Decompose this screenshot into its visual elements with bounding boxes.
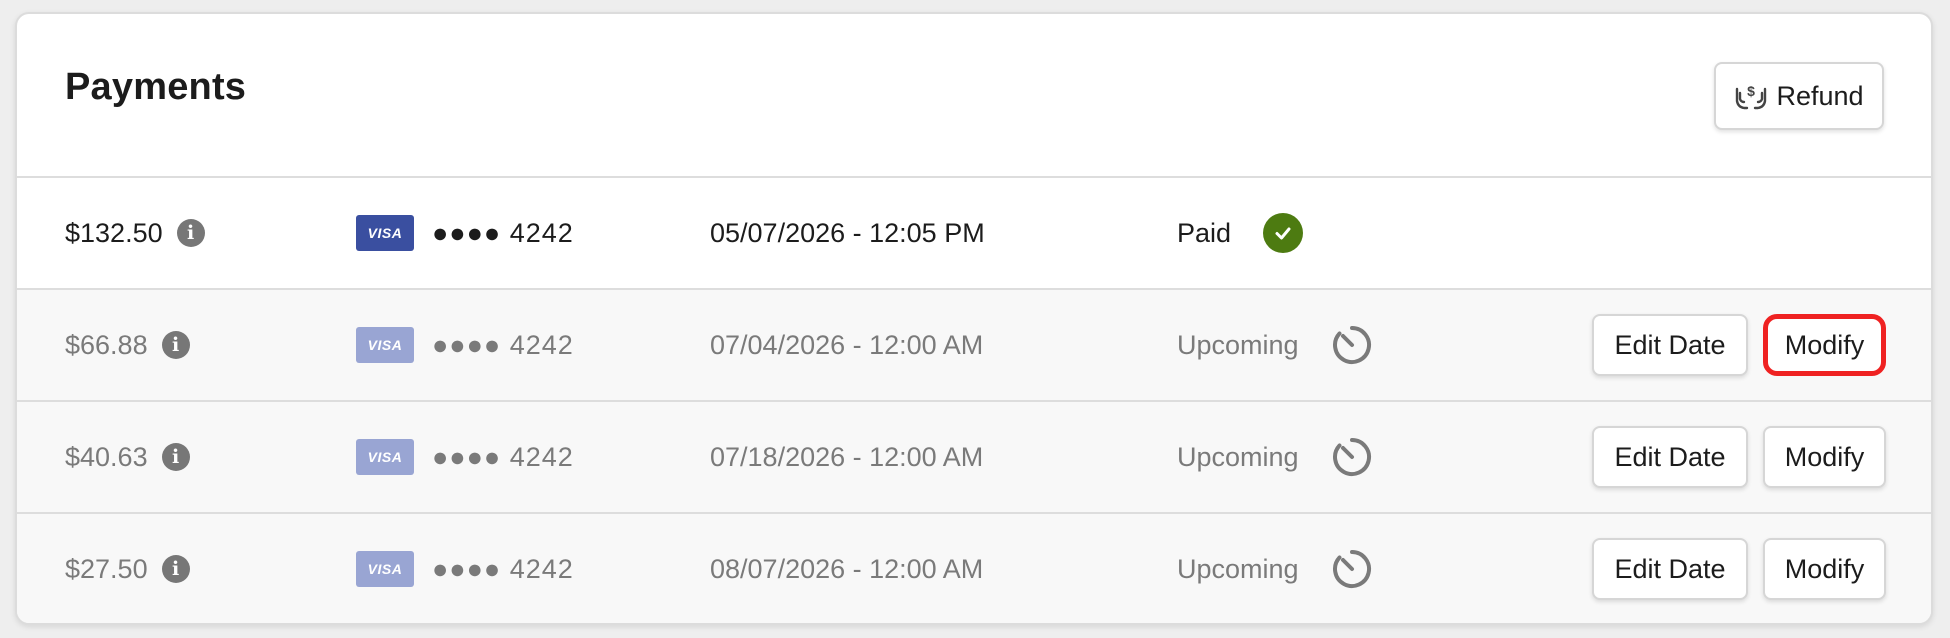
payment-datetime: 07/18/2026 - 12:00 AM xyxy=(710,441,984,472)
page-title: Payments xyxy=(65,66,247,108)
edit-date-button[interactable]: Edit Date xyxy=(1592,314,1748,376)
status-cell: Upcoming xyxy=(1177,402,1373,512)
date-cell: 07/04/2026 - 12:00 AM xyxy=(710,290,983,400)
payment-amount: $132.50 xyxy=(65,217,163,248)
amount-cell: $27.50 i xyxy=(65,514,190,623)
payment-status: Upcoming xyxy=(1177,553,1299,584)
payments-card: Payments $ Refund $132.50 i VISA ●●●● 42… xyxy=(15,12,1933,625)
card-number-masked: ●●●● 4242 xyxy=(432,441,574,472)
amount-cell: $66.88 i xyxy=(65,290,190,400)
refund-label: Refund xyxy=(1776,80,1864,111)
payment-amount: $40.63 xyxy=(65,441,148,472)
payment-amount: $66.88 xyxy=(65,329,148,360)
info-icon[interactable]: i xyxy=(161,443,190,471)
visa-card-icon: VISA xyxy=(356,215,414,251)
card-number-masked: ●●●● 4242 xyxy=(432,329,574,360)
refund-button[interactable]: $ Refund xyxy=(1714,62,1884,130)
payment-datetime: 07/04/2026 - 12:00 AM xyxy=(710,329,984,360)
info-icon[interactable]: i xyxy=(161,555,190,583)
modify-button[interactable]: Modify xyxy=(1763,426,1886,488)
card-cell: VISA ●●●● 4242 xyxy=(356,178,574,288)
edit-date-button[interactable]: Edit Date xyxy=(1592,426,1748,488)
timer-icon xyxy=(1331,436,1373,478)
payment-status: Upcoming xyxy=(1177,329,1299,360)
payment-row: $27.50 i VISA ●●●● 4242 08/07/2026 - 12:… xyxy=(17,514,1931,623)
payments-header: Payments $ Refund xyxy=(17,14,1931,178)
card-number-masked: ●●●● 4242 xyxy=(432,217,574,248)
payment-datetime: 05/07/2026 - 12:05 PM xyxy=(710,217,985,248)
card-number-masked: ●●●● 4242 xyxy=(432,553,574,584)
timer-icon xyxy=(1331,548,1373,590)
modify-button[interactable]: Modify xyxy=(1763,538,1886,600)
visa-card-icon: VISA xyxy=(356,439,414,475)
payment-datetime: 08/07/2026 - 12:00 AM xyxy=(710,553,984,584)
card-cell: VISA ●●●● 4242 xyxy=(356,514,574,623)
amount-cell: $132.50 i xyxy=(65,178,205,288)
status-cell: Upcoming xyxy=(1177,514,1373,623)
status-cell: Paid xyxy=(1177,178,1304,288)
svg-text:$: $ xyxy=(1748,83,1756,99)
amount-cell: $40.63 i xyxy=(65,402,190,512)
modify-button[interactable]: Modify xyxy=(1763,314,1886,376)
payment-status: Paid xyxy=(1177,217,1232,248)
date-cell: 07/18/2026 - 12:00 AM xyxy=(710,402,983,512)
info-icon[interactable]: i xyxy=(176,219,205,247)
card-cell: VISA ●●●● 4242 xyxy=(356,290,574,400)
date-cell: 08/07/2026 - 12:00 AM xyxy=(710,514,984,623)
date-cell: 05/07/2026 - 12:05 PM xyxy=(710,178,985,288)
card-cell: VISA ●●●● 4242 xyxy=(356,402,574,512)
visa-card-icon: VISA xyxy=(356,327,414,363)
status-cell: Upcoming xyxy=(1177,290,1373,400)
timer-icon xyxy=(1331,324,1373,366)
payment-status: Upcoming xyxy=(1177,441,1299,472)
payment-row: $40.63 i VISA ●●●● 4242 07/18/2026 - 12:… xyxy=(17,402,1931,514)
visa-card-icon: VISA xyxy=(356,551,414,587)
edit-date-button[interactable]: Edit Date xyxy=(1592,538,1748,600)
info-icon[interactable]: i xyxy=(161,331,190,359)
refund-hands-icon: $ xyxy=(1734,81,1768,111)
payment-row: $132.50 i VISA ●●●● 4242 05/07/2026 - 12… xyxy=(17,178,1931,290)
check-circle-icon xyxy=(1263,213,1304,253)
payment-row: $66.88 i VISA ●●●● 4242 07/04/2026 - 12:… xyxy=(17,290,1931,402)
payment-amount: $27.50 xyxy=(65,553,148,584)
